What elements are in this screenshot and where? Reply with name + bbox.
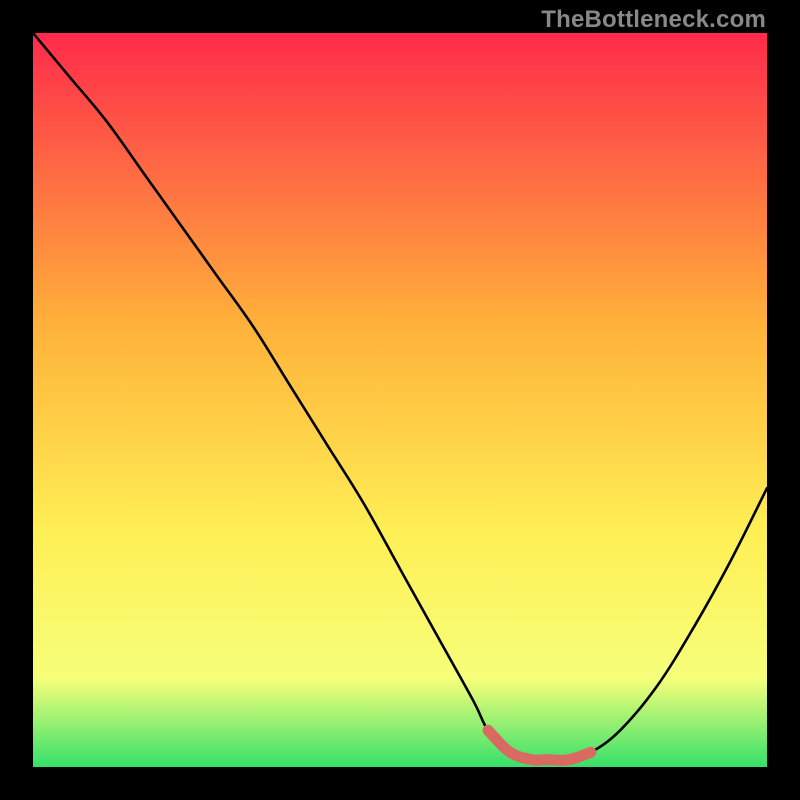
gradient-background bbox=[33, 33, 767, 767]
plot-svg bbox=[33, 33, 767, 767]
plot-area bbox=[33, 33, 767, 767]
watermark-text: TheBottleneck.com bbox=[541, 6, 766, 34]
chart-frame: TheBottleneck.com bbox=[0, 0, 800, 800]
